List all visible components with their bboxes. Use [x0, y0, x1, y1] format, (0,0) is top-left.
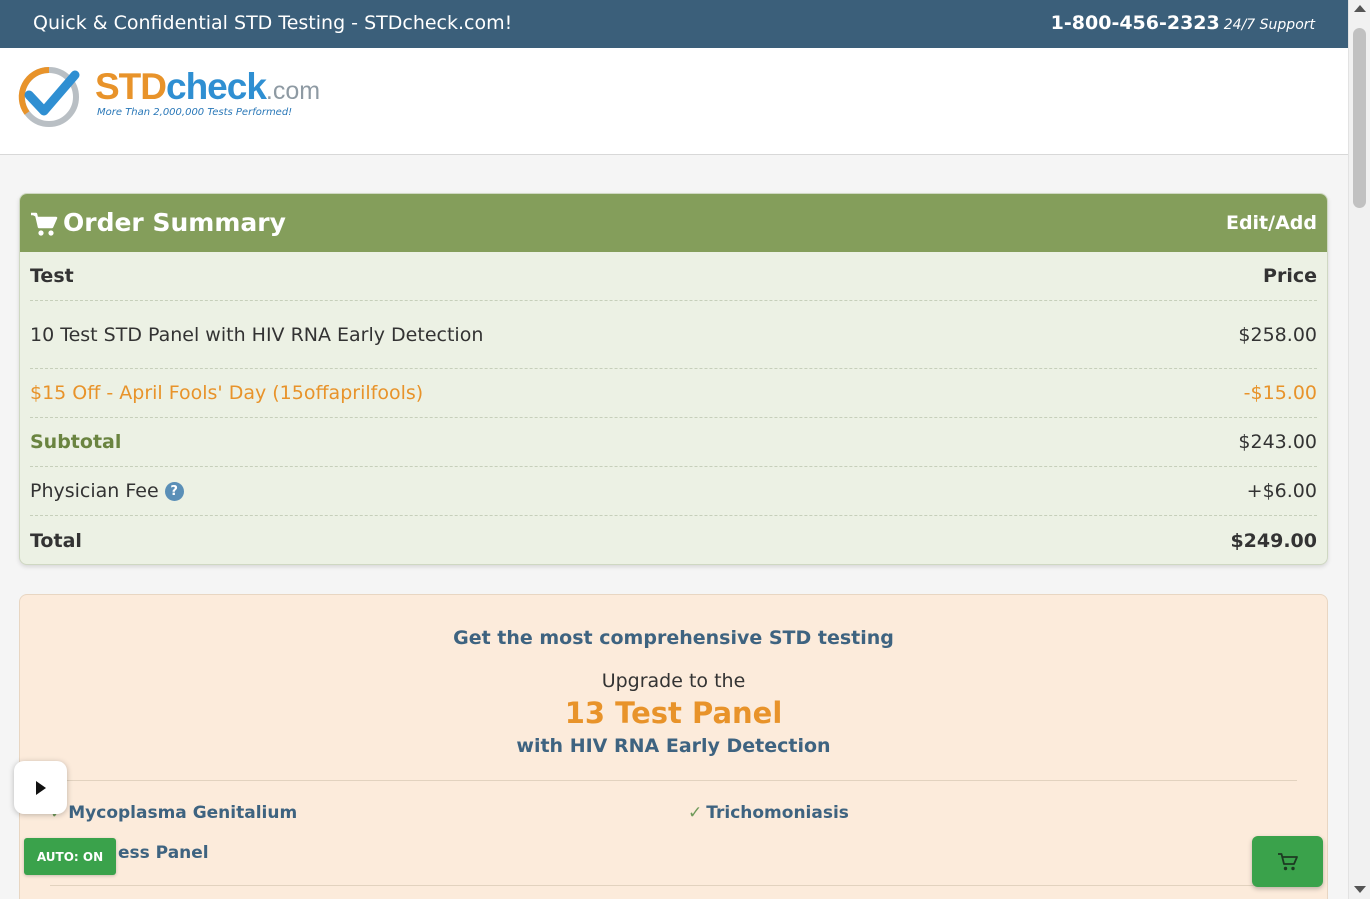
play-button[interactable]	[14, 761, 67, 814]
upgrade-intro: Upgrade to the	[601, 670, 746, 692]
upgrade-divider	[50, 780, 1297, 781]
play-icon	[35, 780, 46, 795]
feature-label: ess Panel	[118, 843, 209, 863]
logo-check-icon[interactable]	[17, 65, 81, 129]
floating-cart-button[interactable]	[1252, 836, 1323, 887]
column-price-label: Price	[1263, 265, 1317, 287]
item-price: $258.00	[1238, 323, 1317, 346]
upgrade-divider-bottom	[50, 885, 1297, 886]
total-row: Total $249.00	[30, 516, 1317, 564]
logo-tagline: More Than 2,000,000 Tests Performed!	[97, 107, 293, 118]
feature-item: ess Panel	[118, 843, 209, 863]
phone-number-link[interactable]: 1-800-456-2323	[1051, 12, 1220, 34]
logo-check: check	[166, 66, 267, 107]
subtotal-row: Subtotal $243.00	[30, 418, 1317, 467]
upgrade-card: Get the most comprehensive STD testing U…	[19, 594, 1328, 899]
upgrade-panel-name: 13 Test Panel	[564, 696, 783, 730]
check-mark-icon: ✓	[688, 803, 703, 823]
physician-fee-label-wrap: Physician Fee?	[30, 480, 184, 502]
order-summary-header: Order Summary Edit/Add	[20, 194, 1327, 252]
scroll-thumb[interactable]	[1353, 28, 1366, 208]
feature-label: Trichomoniasis	[706, 803, 849, 823]
top-bar: Quick & Confidential STD Testing - STDch…	[0, 0, 1348, 48]
total-value: $249.00	[1230, 529, 1317, 552]
feature-item: ✓Mycoplasma Genitalium	[50, 803, 297, 823]
physician-fee-label: Physician Fee	[30, 480, 159, 502]
discount-name: $15 Off - April Fools' Day (15offaprilfo…	[30, 382, 424, 404]
feature-label: Mycoplasma Genitalium	[68, 803, 298, 823]
physician-fee-row: Physician Fee? +$6.00	[30, 467, 1317, 516]
top-bar-contact: 1-800-456-2323 24/7 Support	[1051, 12, 1315, 34]
cart-icon	[1277, 852, 1298, 870]
shopping-cart-icon	[31, 212, 58, 236]
total-label: Total	[30, 529, 82, 552]
edit-add-link[interactable]: Edit/Add	[1226, 212, 1317, 234]
logo-wordmark[interactable]: STDcheck.com	[95, 68, 320, 105]
order-summary-card: Order Summary Edit/Add Test Price 10 Tes…	[19, 193, 1328, 565]
logo-com: .com	[265, 77, 321, 105]
subtotal-value: $243.00	[1238, 431, 1317, 453]
feature-item: ✓ Trichomoniasis	[688, 803, 849, 823]
discount-price: -$15.00	[1243, 382, 1317, 404]
physician-fee-value: +$6.00	[1246, 480, 1317, 502]
upgrade-subtitle: with HIV RNA Early Detection	[516, 735, 831, 757]
auto-toggle-button[interactable]: AUTO: ON	[24, 838, 116, 875]
item-name: 10 Test STD Panel with HIV RNA Early Det…	[30, 323, 484, 346]
discount-row: $15 Off - April Fools' Day (15offaprilfo…	[30, 369, 1317, 418]
order-item-row: 10 Test STD Panel with HIV RNA Early Det…	[30, 301, 1317, 369]
scroll-down-arrow-icon[interactable]	[1354, 886, 1366, 893]
scroll-up-arrow-icon[interactable]	[1354, 5, 1366, 12]
question-circle-icon[interactable]: ?	[164, 482, 184, 501]
order-summary-title: Order Summary	[63, 208, 286, 237]
site-header: STDcheck.com More Than 2,000,000 Tests P…	[0, 48, 1348, 155]
vertical-scrollbar[interactable]	[1348, 0, 1370, 899]
column-test-label: Test	[30, 265, 74, 287]
subtotal-label: Subtotal	[30, 431, 122, 453]
logo-std: STD	[95, 66, 167, 107]
order-header-row: Test Price	[30, 252, 1317, 301]
top-bar-tagline: Quick & Confidential STD Testing - STDch…	[33, 12, 513, 34]
upgrade-heading: Get the most comprehensive STD testing	[453, 627, 894, 649]
support-label: 24/7 Support	[1223, 17, 1315, 33]
